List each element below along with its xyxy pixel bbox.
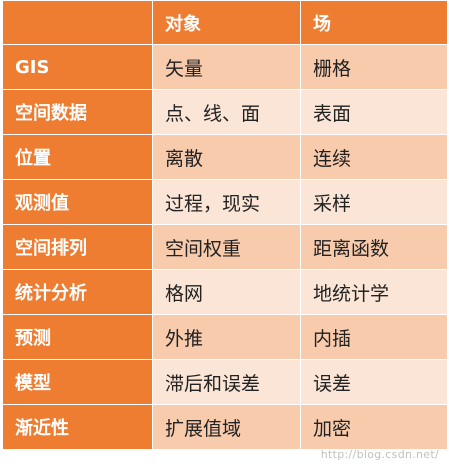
row-label: GIS	[2, 44, 153, 90]
field-cell: 地统计学	[300, 269, 448, 315]
row-label: 空间排列	[2, 224, 153, 270]
comparison-table-container: 对象 场 GIS 矢量 栅格 空间数据 点、线、面 表面 位置 离散 连续 观测…	[2, 0, 448, 468]
object-cell: 点、线、面	[152, 89, 301, 135]
row-label: 预测	[2, 314, 153, 360]
table-row: GIS 矢量 栅格	[2, 44, 448, 90]
row-label: 模型	[2, 359, 153, 405]
object-cell: 格网	[152, 269, 301, 315]
header-corner-cell	[2, 0, 153, 45]
object-vs-field-table: 对象 场 GIS 矢量 栅格 空间数据 点、线、面 表面 位置 离散 连续 观测…	[2, 0, 448, 450]
row-label: 渐近性	[2, 404, 153, 450]
object-cell: 离散	[152, 134, 301, 180]
table-row: 预测 外推 内插	[2, 314, 448, 360]
object-cell: 空间权重	[152, 224, 301, 270]
header-object: 对象	[152, 0, 301, 45]
field-cell: 表面	[300, 89, 448, 135]
table-row: 观测值 过程，现实 采样	[2, 179, 448, 225]
table-row: 位置 离散 连续	[2, 134, 448, 180]
field-cell: 距离函数	[300, 224, 448, 270]
field-cell: 内插	[300, 314, 448, 360]
field-cell: 误差	[300, 359, 448, 405]
field-cell: 采样	[300, 179, 448, 225]
object-cell: 滞后和误差	[152, 359, 301, 405]
object-cell: 外推	[152, 314, 301, 360]
field-cell: 加密	[300, 404, 448, 450]
table-row: 模型 滞后和误差 误差	[2, 359, 448, 405]
table-header-row: 对象 场	[2, 0, 448, 45]
object-cell: 过程，现实	[152, 179, 301, 225]
row-label: 统计分析	[2, 269, 153, 315]
header-field: 场	[300, 0, 448, 45]
table-row: 空间数据 点、线、面 表面	[2, 89, 448, 135]
table-row: 统计分析 格网 地统计学	[2, 269, 448, 315]
object-cell: 扩展值域	[152, 404, 301, 450]
watermark-text: http://blog.csdn.net/	[320, 448, 439, 461]
row-label: 空间数据	[2, 89, 153, 135]
table-row: 空间排列 空间权重 距离函数	[2, 224, 448, 270]
object-cell: 矢量	[152, 44, 301, 90]
table-row: 渐近性 扩展值域 加密	[2, 404, 448, 450]
row-label: 位置	[2, 134, 153, 180]
field-cell: 栅格	[300, 44, 448, 90]
row-label: 观测值	[2, 179, 153, 225]
field-cell: 连续	[300, 134, 448, 180]
